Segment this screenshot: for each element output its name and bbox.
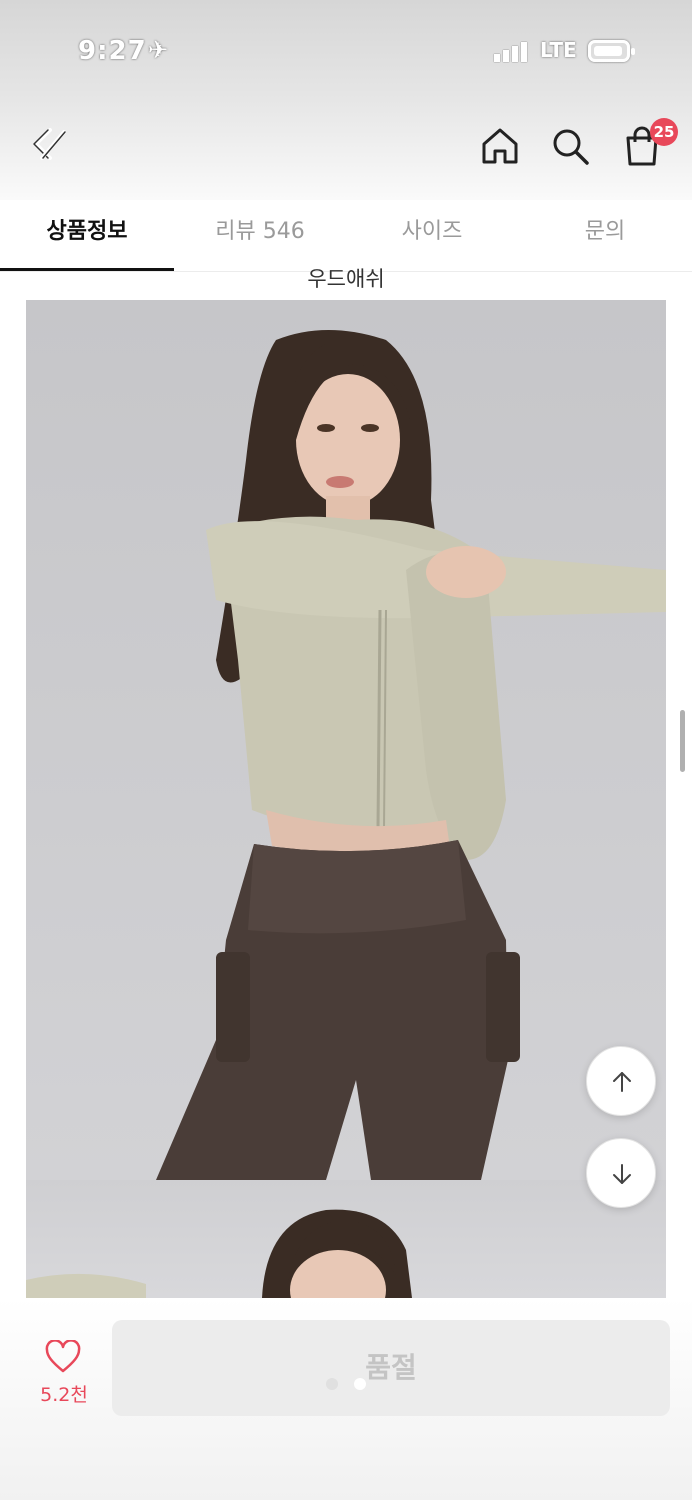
network-label: LTE — [540, 38, 577, 62]
arrow-up-icon — [613, 1072, 631, 1092]
page-dot — [326, 1378, 338, 1390]
sold-out-button[interactable]: 품절 — [112, 1320, 670, 1416]
signal-icon — [494, 40, 532, 62]
product-detail-content — [26, 300, 666, 1298]
scroll-to-top-button[interactable] — [586, 1046, 656, 1116]
heart-icon[interactable] — [44, 1339, 82, 1374]
bottom-action-bar: 5.2천 품절 — [0, 1298, 692, 1500]
product-photo-model-partial — [26, 1180, 666, 1298]
battery-icon — [588, 40, 635, 62]
search-icon[interactable] — [548, 124, 592, 168]
tab-reviews[interactable]: 리뷰 546 — [174, 200, 346, 272]
scroll-to-bottom-button[interactable] — [586, 1138, 656, 1208]
top-navigation: 25 — [0, 100, 692, 200]
back-icon[interactable] — [28, 122, 72, 166]
status-bar: 9:27 ✈ LTE — [0, 0, 692, 100]
cart-count-badge: 25 — [650, 118, 678, 146]
home-icon[interactable] — [478, 124, 522, 168]
scroll-indicator[interactable] — [680, 710, 685, 772]
tab-size[interactable]: 사이즈 — [346, 200, 518, 272]
page-indicator — [326, 1378, 366, 1390]
color-name-text: 우드애쉬 — [307, 267, 385, 291]
status-time: 9:27 — [78, 36, 147, 66]
product-photo-model-stretching — [26, 300, 666, 1180]
airplane-icon: ✈ — [148, 36, 169, 64]
page-dot-active — [354, 1378, 366, 1390]
tab-product-info[interactable]: 상품정보 — [0, 200, 174, 272]
like-count: 5.2천 — [40, 1384, 88, 1406]
product-tabs: 상품정보 리뷰 546 사이즈 문의 — [0, 200, 692, 272]
arrow-down-icon — [613, 1164, 631, 1184]
tab-inquiry[interactable]: 문의 — [518, 200, 692, 272]
